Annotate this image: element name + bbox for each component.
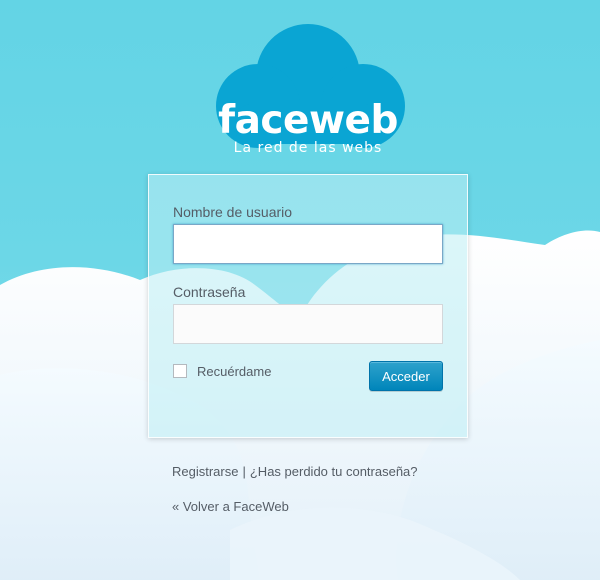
login-form: Nombre de usuario Contraseña Recuérdame … (148, 174, 468, 438)
username-label: Nombre de usuario (173, 204, 293, 220)
remember-me-checkbox[interactable] (173, 364, 187, 378)
account-links: Registrarse | ¿Has perdido tu contraseña? (172, 464, 418, 479)
faceweb-logo: faceweb La red de las webs (203, 18, 413, 156)
back-to-site-link[interactable]: « Volver a FaceWeb (172, 499, 289, 514)
remember-me-label[interactable]: Recuérdame (197, 364, 271, 379)
link-separator: | (242, 464, 246, 479)
password-label: Contraseña (173, 284, 246, 300)
logo-title: faceweb (218, 98, 398, 143)
logo-tagline: La red de las webs (233, 140, 383, 156)
login-button[interactable]: Acceder (369, 361, 443, 391)
lost-password-link[interactable]: ¿Has perdido tu contraseña? (250, 464, 418, 479)
username-field[interactable] (173, 224, 443, 264)
password-field[interactable] (173, 304, 443, 344)
back-to-site-row: « Volver a FaceWeb (172, 499, 289, 514)
register-link[interactable]: Registrarse (172, 464, 238, 479)
